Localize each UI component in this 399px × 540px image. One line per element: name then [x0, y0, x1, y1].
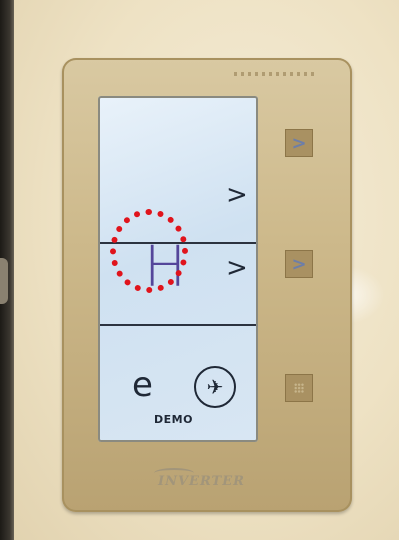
fan-icon: ✈: [194, 366, 236, 408]
fan-symbol: ✈: [206, 375, 224, 399]
side-button-3[interactable]: [285, 374, 313, 402]
left-tab: [0, 258, 8, 304]
controller-panel: > H > e ✈ DEMO > > INVERTER: [62, 58, 352, 512]
eco-icon: e: [132, 365, 153, 405]
chevron-right-icon: >: [291, 132, 307, 154]
side-button-1[interactable]: >: [285, 129, 313, 157]
chevron-right-icon: >: [291, 253, 307, 275]
lcd-screen: > H > e ✈ DEMO: [98, 96, 258, 442]
row1-chevron-icon: >: [226, 180, 248, 210]
brand-logo: INVERTER: [158, 474, 245, 489]
demo-label: DEMO: [154, 413, 193, 426]
side-button-2[interactable]: >: [285, 250, 313, 278]
row2-chevron-icon: >: [226, 253, 248, 283]
panel-dots: [234, 72, 314, 76]
grid-icon: [294, 383, 304, 393]
divider-bottom: [100, 324, 256, 326]
highlight-circle: [110, 209, 188, 293]
